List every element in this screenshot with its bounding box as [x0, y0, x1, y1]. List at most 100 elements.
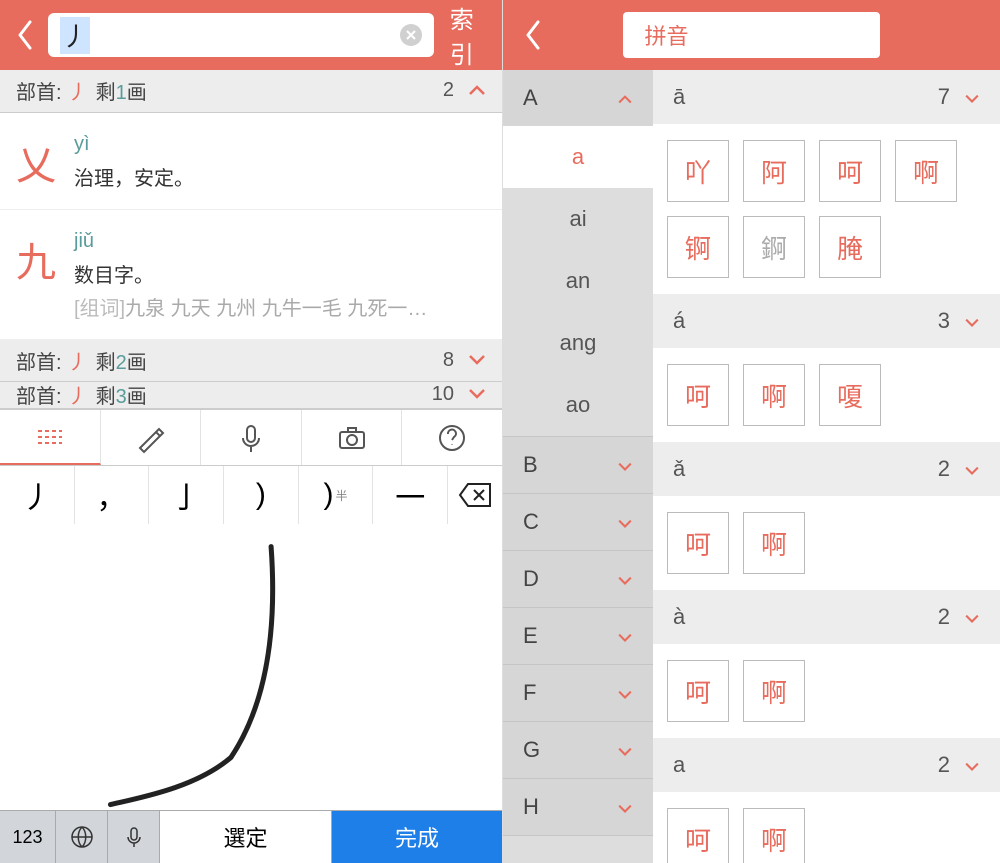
- chevron-down-icon: [617, 566, 633, 592]
- tone-header[interactable]: a2: [653, 738, 1000, 792]
- pinyin-nav[interactable]: A a ai an ang ao B C D E F G H: [503, 70, 653, 863]
- pinyin-sub-ang[interactable]: ang: [503, 312, 653, 374]
- chevron-down-icon: [617, 623, 633, 649]
- char-cell[interactable]: 呵: [667, 660, 729, 722]
- globe-key[interactable]: [56, 810, 108, 863]
- char-cell[interactable]: 啊: [743, 512, 805, 574]
- entry-pinyin: yì: [74, 133, 486, 156]
- letter-group-C[interactable]: C: [503, 494, 653, 550]
- candidate[interactable]: )半: [299, 466, 374, 523]
- entry-meaning: 治理，安定。: [74, 162, 486, 191]
- character-grid: 吖阿呵啊锕錒腌: [653, 124, 1000, 294]
- character-grid: 呵啊嗄: [653, 348, 1000, 442]
- letter-group-F[interactable]: F: [503, 665, 653, 721]
- entry-char: 九: [16, 230, 64, 321]
- chevron-down-icon: [468, 383, 486, 406]
- tone-header[interactable]: ǎ2: [653, 442, 1000, 496]
- character-grid: 呵啊: [653, 792, 1000, 863]
- character-grid: 呵啊: [653, 496, 1000, 590]
- char-cell[interactable]: 呵: [819, 140, 881, 202]
- chevron-down-icon: [617, 680, 633, 706]
- pencil-tool[interactable]: [101, 410, 202, 466]
- chevron-up-icon: [617, 85, 633, 111]
- radical-group-header[interactable]: 部首: 丿 剩1画 2: [0, 70, 502, 113]
- character-list[interactable]: ā7吖阿呵啊锕錒腌á3呵啊嗄ǎ2呵啊à2呵啊a2呵啊: [653, 70, 1000, 863]
- candidate[interactable]: 丿: [0, 466, 75, 523]
- char-cell[interactable]: 啊: [895, 140, 957, 202]
- search-value: 丿: [60, 17, 90, 54]
- char-cell[interactable]: 啊: [743, 660, 805, 722]
- radical-group-header[interactable]: 部首: 丿 剩3画 10: [0, 382, 502, 409]
- mic-key[interactable]: [108, 810, 160, 863]
- letter-group-A[interactable]: A: [503, 70, 653, 126]
- letter-group-E[interactable]: E: [503, 608, 653, 664]
- input-toolbar: [0, 409, 502, 466]
- back-button[interactable]: [518, 15, 548, 55]
- character-grid: 呵啊: [653, 644, 1000, 738]
- back-button[interactable]: [15, 15, 36, 55]
- char-cell[interactable]: 錒: [743, 216, 805, 278]
- segment-tabs: 拼音 部首 笔画: [623, 12, 879, 58]
- tab-pinyin[interactable]: 拼音: [624, 13, 709, 57]
- candidate[interactable]: ，: [75, 466, 150, 523]
- numeric-key[interactable]: 123: [0, 810, 56, 863]
- char-cell[interactable]: 阿: [743, 140, 805, 202]
- tab-radical[interactable]: 部首: [710, 13, 795, 57]
- char-cell[interactable]: 吖: [667, 140, 729, 202]
- pinyin-sub-ai[interactable]: ai: [503, 188, 653, 250]
- list-tool[interactable]: [0, 410, 101, 466]
- entry-char: 乂: [16, 133, 64, 191]
- chevron-down-icon: [617, 452, 633, 478]
- char-cell[interactable]: 啊: [743, 364, 805, 426]
- dictionary-entry[interactable]: 九 jiǔ 数目字。 [组词]九泉 九天 九州 九牛一毛 九死一…: [0, 210, 502, 340]
- char-cell[interactable]: 呵: [667, 512, 729, 574]
- pinyin-sub-ao[interactable]: ao: [503, 374, 653, 436]
- keyboard-bottom-row: 123 選定 完成: [0, 810, 502, 863]
- tab-stroke[interactable]: 笔画: [795, 13, 879, 57]
- dictionary-entry[interactable]: 乂 yì 治理，安定。: [0, 113, 502, 210]
- right-panel: 拼音 部首 笔画 A a ai an ang ao B C D E F G: [503, 0, 1000, 863]
- tone-header[interactable]: ā7: [653, 70, 1000, 124]
- chevron-down-icon: [964, 84, 980, 110]
- pinyin-sub-a[interactable]: a: [503, 126, 653, 188]
- letter-group-G[interactable]: G: [503, 722, 653, 778]
- select-key[interactable]: 選定: [160, 810, 332, 863]
- char-cell[interactable]: 呵: [667, 808, 729, 863]
- chevron-down-icon: [617, 794, 633, 820]
- letter-group-H[interactable]: H: [503, 779, 653, 835]
- handwriting-canvas[interactable]: [0, 524, 502, 810]
- chevron-up-icon: [468, 79, 486, 102]
- clear-icon[interactable]: [400, 24, 422, 46]
- pinyin-sub-an[interactable]: an: [503, 250, 653, 312]
- char-cell[interactable]: 腌: [819, 216, 881, 278]
- help-tool[interactable]: [402, 410, 502, 466]
- candidate[interactable]: 一: [373, 466, 448, 523]
- tone-header[interactable]: á3: [653, 294, 1000, 348]
- search-input[interactable]: [90, 21, 400, 49]
- letter-group-B[interactable]: B: [503, 437, 653, 493]
- done-key[interactable]: 完成: [332, 810, 502, 863]
- candidate-row: 丿 ， 亅 ) )半 一: [0, 465, 502, 523]
- char-cell[interactable]: 啊: [743, 808, 805, 863]
- right-header: 拼音 部首 笔画: [503, 0, 1000, 70]
- entry-meaning: 数目字。: [74, 259, 486, 288]
- search-box[interactable]: 丿: [48, 13, 434, 57]
- tone-header[interactable]: à2: [653, 590, 1000, 644]
- letter-group-D[interactable]: D: [503, 551, 653, 607]
- chevron-down-icon: [617, 509, 633, 535]
- mic-tool[interactable]: [201, 410, 302, 466]
- chevron-down-icon: [964, 604, 980, 630]
- delete-key[interactable]: [448, 482, 502, 508]
- char-cell[interactable]: 嗄: [819, 364, 881, 426]
- chevron-down-icon: [964, 752, 980, 778]
- left-header: 丿 索引: [0, 0, 502, 70]
- candidate[interactable]: ): [224, 466, 299, 523]
- char-cell[interactable]: 呵: [667, 364, 729, 426]
- char-cell[interactable]: 锕: [667, 216, 729, 278]
- camera-tool[interactable]: [302, 410, 403, 466]
- chevron-down-icon: [468, 349, 486, 372]
- chevron-down-icon: [964, 456, 980, 482]
- index-button[interactable]: 索引: [446, 0, 487, 70]
- radical-group-header[interactable]: 部首: 丿 剩2画 8: [0, 340, 502, 383]
- candidate[interactable]: 亅: [149, 466, 224, 523]
